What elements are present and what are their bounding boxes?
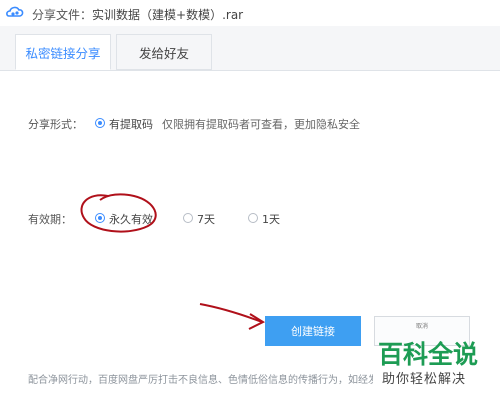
window-title: 分享文件：实训数据（建模+数模）.rar <box>32 6 243 23</box>
watermark-logo: 百科全说 助你轻松解决 <box>370 335 498 391</box>
tab-bar: 私密链接分享 发给好友 <box>0 26 500 71</box>
option-1-day[interactable]: 1天 <box>262 211 280 227</box>
radio-7-days[interactable] <box>183 213 193 223</box>
baidu-netdisk-icon <box>6 6 24 17</box>
validity-label: 有效期： <box>28 213 72 226</box>
share-form-hint: 仅限拥有提取码者可查看，更加隐私安全 <box>162 118 360 131</box>
watermark-main: 百科全说 <box>378 340 479 369</box>
option-7-days[interactable]: 7天 <box>197 211 215 227</box>
tab-send-friend[interactable]: 发给好友 <box>116 34 212 70</box>
watermark-sub: 助你轻松解决 <box>382 372 467 387</box>
title-prefix: 分享文件： <box>32 8 93 22</box>
radio-permanent[interactable] <box>95 213 105 223</box>
footer-notice: 配合净网行动，百度网盘严厉打击不良信息、色情低俗信息的传播行为，如经发现 <box>28 375 373 386</box>
radio-1-day[interactable] <box>248 213 258 223</box>
annotation-arrow <box>199 303 263 323</box>
title-bar: 分享文件：实训数据（建模+数模）.rar <box>0 0 500 26</box>
option-with-code[interactable]: 有提取码 <box>109 116 153 132</box>
tab-private-link[interactable]: 私密链接分享 <box>15 34 111 70</box>
share-form-label: 分享形式： <box>28 118 83 131</box>
create-link-button[interactable]: 创建链接 <box>265 316 361 346</box>
option-permanent[interactable]: 永久有效 <box>109 211 153 227</box>
validity-row: 有效期： 永久有效 7天 1天 <box>0 211 500 227</box>
share-form-row: 分享形式： 有提取码 仅限拥有提取码者可查看，更加隐私安全 <box>0 116 500 132</box>
file-name: 实训数据（建模+数模）.rar <box>92 8 244 22</box>
radio-with-code[interactable] <box>95 118 105 128</box>
annotation-arrow-head <box>248 313 266 330</box>
